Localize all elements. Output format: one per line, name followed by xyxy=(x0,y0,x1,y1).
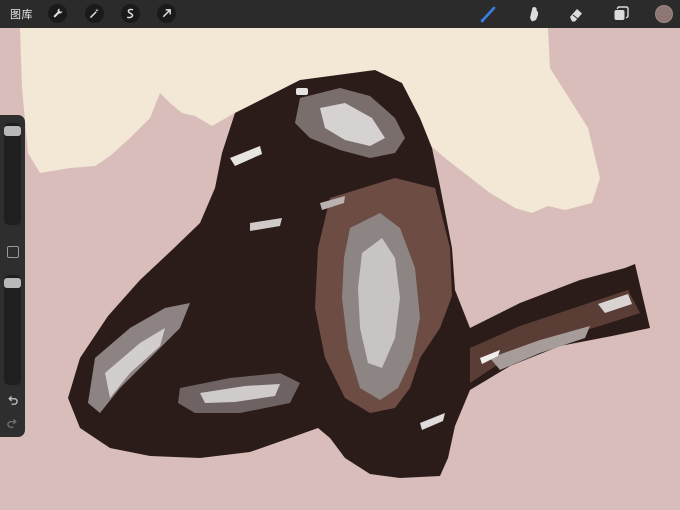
magic-wand-icon[interactable] xyxy=(85,4,104,23)
eraser-icon[interactable] xyxy=(566,4,586,24)
procreate-app: 图库 xyxy=(0,0,680,510)
drawing-canvas[interactable] xyxy=(0,28,680,510)
square-modify-icon[interactable] xyxy=(7,246,19,258)
left-sidebar xyxy=(0,115,25,437)
layers-icon[interactable] xyxy=(611,4,631,24)
selection-icon[interactable] xyxy=(121,4,140,23)
brush-size-slider[interactable] xyxy=(4,123,21,225)
redo-icon[interactable] xyxy=(6,417,19,430)
brush-icon[interactable] xyxy=(478,4,498,24)
opacity-slider[interactable] xyxy=(4,275,21,385)
artwork xyxy=(20,28,650,478)
jeans-button xyxy=(296,88,308,95)
transform-arrow-icon[interactable] xyxy=(157,4,176,23)
brush-size-thumb[interactable] xyxy=(4,126,21,136)
opacity-thumb[interactable] xyxy=(4,278,21,288)
top-toolbar: 图库 xyxy=(0,0,680,28)
smudge-icon[interactable] xyxy=(524,4,544,24)
undo-icon[interactable] xyxy=(6,394,19,407)
wrench-icon[interactable] xyxy=(48,4,67,23)
gallery-button[interactable]: 图库 xyxy=(10,6,33,22)
color-picker-button[interactable] xyxy=(655,5,673,23)
